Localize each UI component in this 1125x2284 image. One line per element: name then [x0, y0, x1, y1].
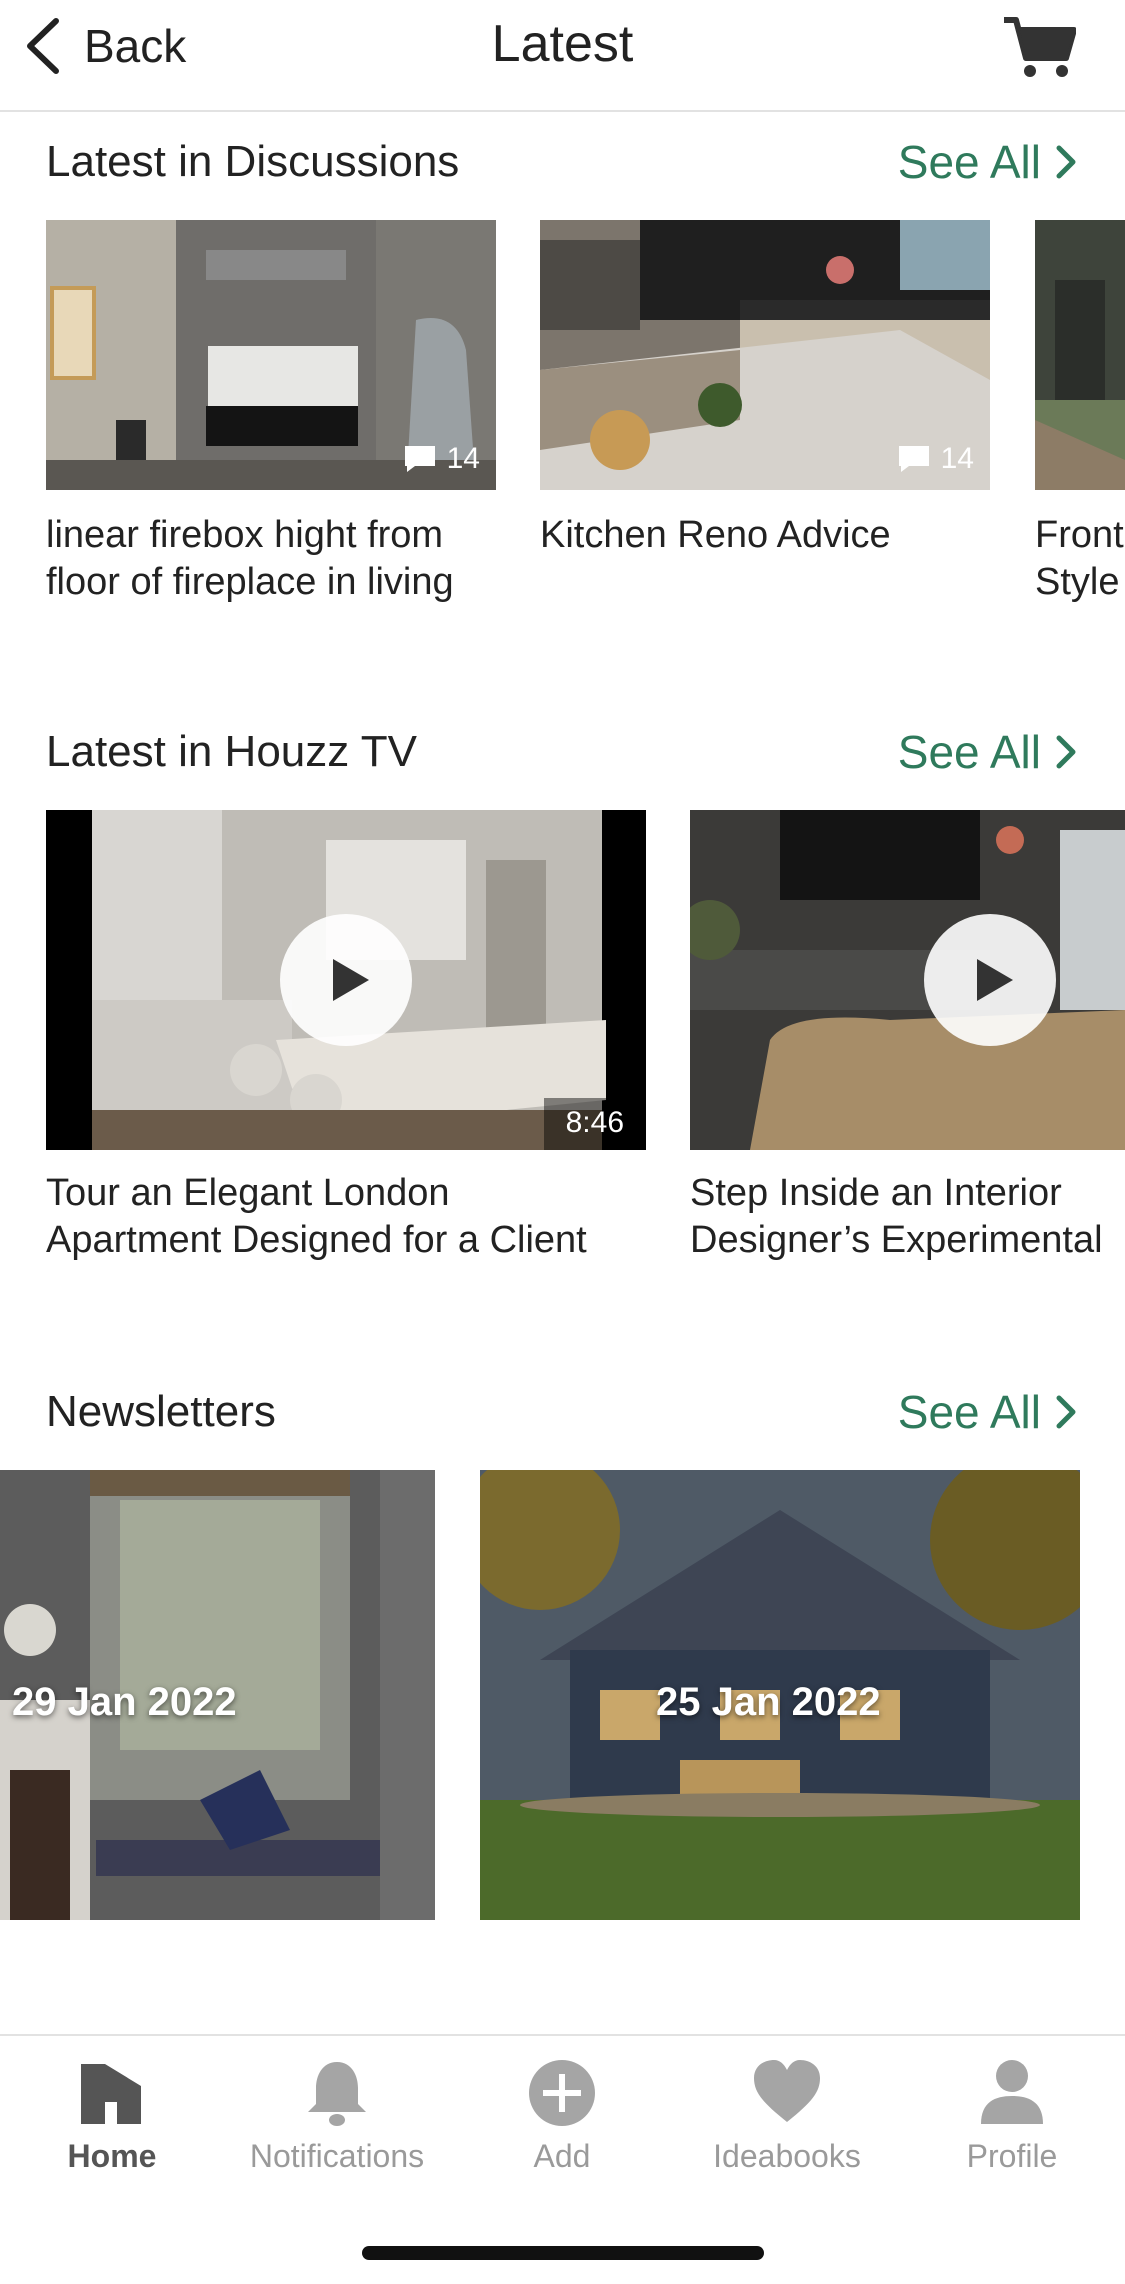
discussion-caption-line1: Kitchen Reno Advice	[540, 514, 891, 556]
nav-add[interactable]: Add	[450, 2058, 674, 2175]
home-indicator	[362, 2246, 764, 2260]
nav-notifications[interactable]: Notifications	[225, 2058, 449, 2175]
see-all-discussions-button[interactable]: See All	[898, 135, 1079, 189]
video-card[interactable]: 8:46 Tour an Elegant London Apartment De…	[46, 810, 646, 1280]
section-title: Newsletters	[46, 1387, 276, 1436]
comment-count: 14	[897, 442, 974, 476]
cart-icon[interactable]	[1002, 14, 1076, 80]
video-caption-line2: Designer’s Experimental	[690, 1219, 1103, 1261]
latest-screen: Back Latest Latest in Discussions See Al…	[0, 0, 1125, 2284]
newsletters-section: Newsletters See All 29 Jan 2022 25 Jan 2…	[0, 1362, 1125, 1982]
discussion-image: 14	[46, 220, 496, 490]
play-icon	[333, 959, 369, 1001]
bell-icon	[308, 2062, 366, 2126]
see-all-newsletters-button[interactable]: See All	[898, 1385, 1079, 1439]
discussion-caption-line1: linear firebox hight from	[46, 514, 444, 556]
comment-count: 14	[403, 442, 480, 476]
newsletter-card[interactable]: 25 Jan 2022	[480, 1470, 1080, 1920]
video-card[interactable]: Step Inside an Interior Designer’s Exper…	[690, 810, 1125, 1280]
top-bar: Back Latest	[0, 0, 1125, 112]
video-caption-line1: Step Inside an Interior	[690, 1172, 1062, 1214]
play-button[interactable]	[280, 914, 412, 1046]
see-all-label: See All	[897, 136, 1041, 188]
comment-icon	[898, 446, 929, 472]
see-all-houzz-tv-button[interactable]: See All	[898, 725, 1079, 779]
plus-circle-icon	[529, 2060, 595, 2126]
see-all-label: See All	[897, 726, 1041, 778]
see-all-label: See All	[897, 1386, 1041, 1438]
section-title: Latest in Discussions	[46, 137, 460, 186]
play-button[interactable]	[924, 914, 1056, 1046]
discussion-caption-line2: Style	[1035, 561, 1120, 603]
home-icon	[81, 2064, 141, 2124]
video-caption-line2: Apartment Designed for a Client	[46, 1219, 587, 1261]
newsletter-date: 25 Jan 2022	[656, 1680, 881, 1724]
newsletter-image: 29 Jan 2022	[0, 1470, 435, 1920]
chevron-right-icon	[1056, 735, 1076, 769]
video-duration: 8:46	[543, 1098, 646, 1150]
nav-profile[interactable]: Profile	[900, 2058, 1124, 2175]
newsletter-date: 29 Jan 2022	[12, 1680, 237, 1724]
section-title: Latest in Houzz TV	[46, 727, 417, 776]
nav-home[interactable]: Home	[0, 2058, 224, 2175]
chevron-right-icon	[1056, 145, 1076, 179]
nav-label: Profile	[966, 2138, 1058, 2174]
newsletter-card[interactable]: 29 Jan 2022	[0, 1470, 435, 1920]
nav-ideabooks[interactable]: Ideabooks	[675, 2058, 899, 2175]
page-title: Latest	[491, 15, 634, 73]
newsletter-image: 25 Jan 2022	[480, 1470, 1080, 1920]
discussion-image: 14	[540, 220, 990, 490]
nav-label: Home	[67, 2138, 157, 2174]
nav-label: Add	[533, 2138, 591, 2174]
houzz-tv-section: Latest in Houzz TV See All 8:46 Tour an …	[0, 702, 1125, 1302]
video-thumbnail: 8:46	[46, 810, 646, 1150]
video-thumbnail	[690, 810, 1125, 1150]
discussion-card[interactable]: 14 Kitchen Reno Advice	[540, 220, 990, 620]
video-caption-line1: Tour an Elegant London	[46, 1172, 450, 1214]
discussion-image	[1035, 220, 1125, 490]
chevron-right-icon	[1056, 1395, 1076, 1429]
discussion-caption-line2: floor of fireplace in living	[46, 561, 454, 603]
play-icon	[977, 959, 1013, 1001]
discussion-card[interactable]: 14 linear firebox hight from floor of fi…	[46, 220, 496, 620]
discussion-card[interactable]: Front Style	[1035, 220, 1125, 620]
nav-label: Notifications	[249, 2138, 425, 2174]
discussions-section: Latest in Discussions See All 14 linear …	[0, 112, 1125, 672]
comment-icon	[404, 446, 435, 472]
person-icon	[981, 2060, 1043, 2124]
heart-icon	[754, 2060, 820, 2122]
discussion-caption-line1: Front	[1035, 514, 1124, 556]
nav-label: Ideabooks	[713, 2138, 861, 2174]
